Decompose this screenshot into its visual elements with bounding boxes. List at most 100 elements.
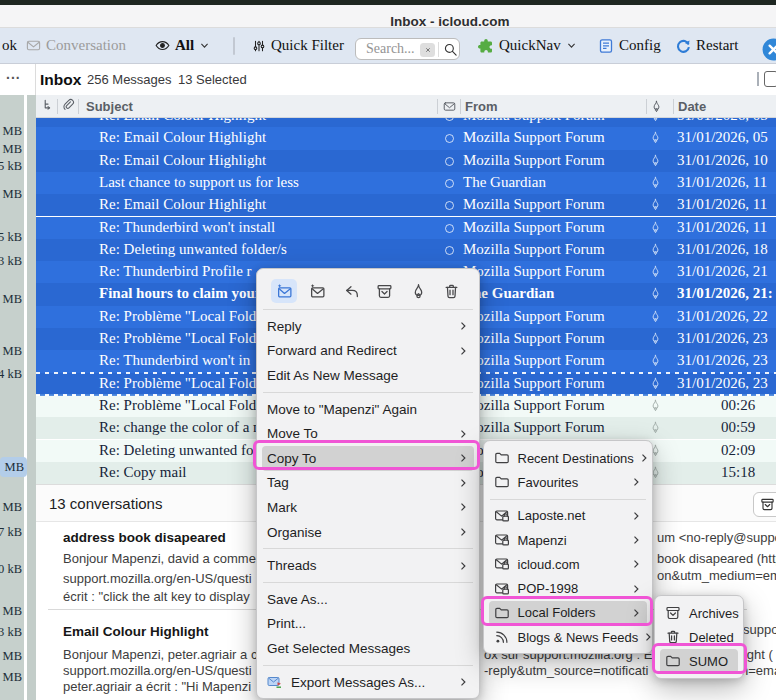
config-button[interactable]: Config <box>598 28 661 63</box>
message-from: Mozilla Support Forum <box>463 263 605 280</box>
menu-item[interactable]: Move to "Mapenzi" Again <box>257 397 479 422</box>
junk-icon[interactable] <box>649 287 662 304</box>
junk-icon[interactable] <box>649 154 662 171</box>
menu-item[interactable]: Export Messages As... <box>257 670 479 695</box>
conversation-icon <box>26 38 41 53</box>
junk-column-icon[interactable] <box>650 99 663 117</box>
message-row[interactable]: Re: Thunderbird won't install Mozilla Su… <box>36 217 776 239</box>
submenu-chevron-icon <box>457 477 469 489</box>
junk-icon[interactable] <box>649 198 662 215</box>
correspondent-icon <box>445 224 454 233</box>
menu-item[interactable]: Favourites <box>484 470 652 494</box>
junk-icon[interactable] <box>649 118 662 126</box>
message-date: 31/01/2026, 11 <box>677 219 767 236</box>
menu-item[interactable]: Blogs & News Feeds <box>484 625 652 649</box>
message-row[interactable]: Re: Email Colour Highlight Mozilla Suppo… <box>36 150 776 172</box>
junk-icon[interactable] <box>649 399 662 416</box>
toolbar-left-fragment[interactable]: ok <box>2 28 17 63</box>
menu-item[interactable]: Forward and Redirect <box>257 339 479 364</box>
message-subject: Re: Email Colour Highlight <box>99 118 266 124</box>
menu-item[interactable]: Move To <box>257 421 479 446</box>
archive-button[interactable] <box>753 492 776 517</box>
overflow-button[interactable]: ... <box>6 66 21 82</box>
from-column[interactable]: From <box>465 99 498 114</box>
close-circle-button[interactable] <box>762 38 776 65</box>
message-date: 31/01/2026, 23 <box>677 330 768 347</box>
restart-button[interactable]: Restart <box>675 28 739 63</box>
clear-search-icon[interactable] <box>420 43 435 57</box>
junk-icon[interactable] <box>649 354 662 371</box>
mail-star-action-icon[interactable] <box>271 279 297 303</box>
menu-item[interactable]: Organise <box>257 520 479 545</box>
message-row[interactable]: Re: Email Colour Highlight Mozilla Suppo… <box>36 194 776 216</box>
conversation-button[interactable]: Conversation <box>26 28 126 63</box>
menu-item[interactable]: Mapenzi <box>484 528 652 552</box>
junk-icon[interactable] <box>649 310 662 327</box>
message-from: Mozilla Support Forum <box>463 196 605 213</box>
preview-text: Bonjour Mapenzi, peter.agriair a c <box>63 647 257 662</box>
junk-icon[interactable] <box>649 243 662 260</box>
menu-item[interactable]: Mark <box>257 495 479 520</box>
preview-text: peter.agriair a écrit : "Hi Mapenzi <box>63 679 251 694</box>
message-subject: Re: Problème "Local Fold <box>99 397 256 414</box>
subject-column[interactable]: Subject <box>86 99 133 114</box>
menu-item[interactable]: Print... <box>257 612 479 637</box>
junk-icon[interactable] <box>649 176 662 193</box>
menu-item[interactable]: Archives <box>655 601 743 625</box>
message-row[interactable]: Re: Email Colour Highlight Mozilla Suppo… <box>36 118 776 127</box>
message-row[interactable]: Last chance to support us for less The G… <box>36 172 776 194</box>
junk-icon[interactable] <box>649 332 662 349</box>
chevron-down-icon <box>566 40 577 51</box>
menu-item[interactable]: Copy To <box>257 446 479 471</box>
view-filter-button[interactable]: All <box>155 28 210 63</box>
submenu-chevron-icon <box>630 534 642 546</box>
submenu-chevron-icon <box>457 452 469 464</box>
menu-item[interactable]: Threads <box>257 553 479 578</box>
message-from: Mozilla Support Forum <box>463 152 605 169</box>
menu-item[interactable]: Recent Destinations <box>484 446 652 470</box>
reply-arrow-action-icon[interactable] <box>338 279 364 303</box>
size-label: MB <box>0 124 22 139</box>
preview-title: Email Colour Highlight <box>63 624 209 639</box>
size-label: 5 kB <box>0 159 22 174</box>
menu-item[interactable]: icloud.com <box>484 552 652 576</box>
menu-item[interactable]: Deleted <box>655 625 743 649</box>
message-subject: Re: Deleting unwanted fo <box>99 442 254 459</box>
message-row[interactable]: Re: Deleting unwanted folder/s Mozilla S… <box>36 239 776 261</box>
size-label: MB <box>0 649 22 664</box>
preview-text: suppo <box>743 622 776 637</box>
message-row[interactable]: Re: Email Colour Highlight Mozilla Suppo… <box>36 127 776 149</box>
trash-action-icon[interactable] <box>439 279 465 303</box>
menu-item[interactable]: Local Folders <box>484 601 652 625</box>
menu-item[interactable]: Laposte.net <box>484 504 652 528</box>
junk-icon[interactable] <box>649 421 662 438</box>
menu-item[interactable]: SUMO <box>655 649 743 673</box>
view-options-icon[interactable] <box>764 71 776 87</box>
menu-item[interactable]: Reply <box>257 314 479 339</box>
junk-icon[interactable] <box>649 131 662 148</box>
preview-text: support.mozilla.org/en-US/questi <box>63 571 252 586</box>
menu-item[interactable]: POP-1998 <box>484 576 652 600</box>
mail-star-action-icon[interactable] <box>305 279 331 303</box>
junk-icon[interactable] <box>649 377 662 394</box>
menu-item[interactable]: Tag <box>257 471 479 496</box>
search-input[interactable]: Search... <box>355 38 460 60</box>
correspondents-column-icon[interactable] <box>443 99 456 117</box>
attachment-column-icon[interactable] <box>61 98 75 116</box>
quicknav-button[interactable]: QuickNav <box>478 28 577 63</box>
junk-icon[interactable] <box>649 221 662 238</box>
size-chip: MB <box>0 457 27 477</box>
junk-icon[interactable] <box>649 265 662 282</box>
menu-item[interactable]: Save As... <box>257 587 479 612</box>
quick-filter-button[interactable]: Quick Filter <box>252 28 344 63</box>
flame-action-icon[interactable] <box>405 279 431 303</box>
message-subject: Re: Deleting unwanted folder/s <box>99 241 287 258</box>
date-column[interactable]: Date <box>678 99 706 114</box>
menu-item[interactable]: Edit As New Message <box>257 363 479 388</box>
archive-action-icon[interactable] <box>372 279 398 303</box>
message-date: 31/01/2026, 23 <box>677 352 768 369</box>
thread-column-icon[interactable] <box>41 98 56 117</box>
archive-icon <box>665 605 681 621</box>
size-label: 0 kB <box>0 562 22 577</box>
menu-item[interactable]: Get Selected Messages <box>257 636 479 661</box>
